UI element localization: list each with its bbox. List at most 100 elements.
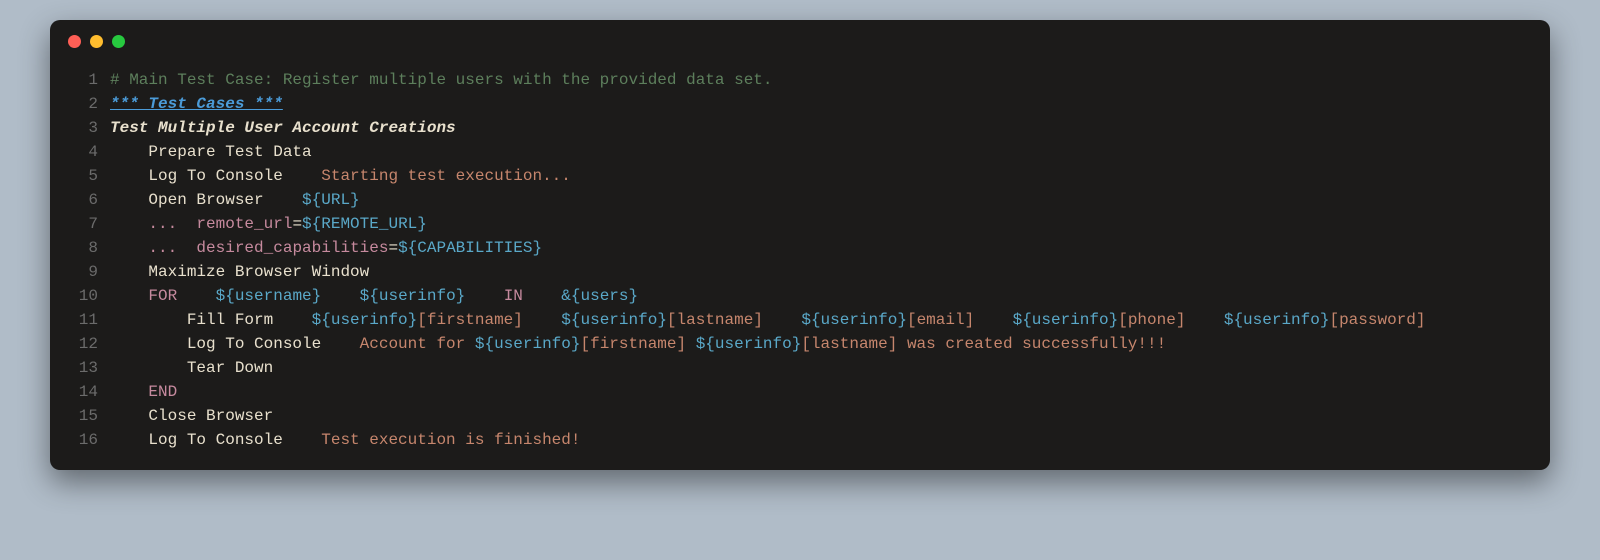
line-number: 4: [50, 140, 110, 164]
line-content: END: [110, 380, 1550, 404]
code-token: Test execution is finished!: [321, 431, 580, 449]
code-token: Close Browser: [110, 407, 273, 425]
line-number: 16: [50, 428, 110, 452]
code-token: ${userinfo}: [561, 311, 667, 329]
code-token: ...: [148, 239, 177, 257]
code-token: remote_url: [196, 215, 292, 233]
code-token: END: [148, 383, 177, 401]
line-number: 1: [50, 68, 110, 92]
code-line: 10 FOR ${username} ${userinfo} IN &{user…: [50, 284, 1550, 308]
code-token: =: [292, 215, 302, 233]
code-line: 9 Maximize Browser Window: [50, 260, 1550, 284]
line-content: Log To Console Starting test execution..…: [110, 164, 1550, 188]
code-area: 1# Main Test Case: Register multiple use…: [50, 62, 1550, 452]
code-line: 7 ... remote_url=${REMOTE_URL}: [50, 212, 1550, 236]
titlebar: [50, 20, 1550, 62]
code-token: Fill Form: [110, 311, 312, 329]
code-token: [177, 215, 196, 233]
code-token: Maximize Browser Window: [110, 263, 369, 281]
code-token: [password]: [1329, 311, 1425, 329]
line-content: Maximize Browser Window: [110, 260, 1550, 284]
line-content: Log To Console Test execution is finishe…: [110, 428, 1550, 452]
line-content: Log To Console Account for ${userinfo}[f…: [110, 332, 1550, 356]
code-token: ${userinfo}: [1013, 311, 1119, 329]
line-content: FOR ${username} ${userinfo} IN &{users}: [110, 284, 1550, 308]
code-token: *** Test Cases ***: [110, 95, 283, 113]
close-icon[interactable]: [68, 35, 81, 48]
code-token: [phone]: [1118, 311, 1185, 329]
code-token: [177, 287, 215, 305]
code-token: [firstname]: [417, 311, 523, 329]
code-token: ${userinfo}: [360, 287, 466, 305]
line-number: 11: [50, 308, 110, 332]
code-token: [177, 239, 196, 257]
line-content: Test Multiple User Account Creations: [110, 116, 1550, 140]
code-token: IN: [504, 287, 523, 305]
code-line: 14 END: [50, 380, 1550, 404]
code-token: &{users}: [561, 287, 638, 305]
code-token: [465, 287, 503, 305]
line-content: ... desired_capabilities=${CAPABILITIES}: [110, 236, 1550, 260]
code-window: 1# Main Test Case: Register multiple use…: [50, 20, 1550, 470]
minimize-icon[interactable]: [90, 35, 103, 48]
code-token: =: [388, 239, 398, 257]
code-token: desired_capabilities: [196, 239, 388, 257]
code-token: [110, 239, 148, 257]
code-token: [1185, 311, 1223, 329]
code-token: Test Multiple User Account Creations: [110, 119, 456, 137]
code-token: [974, 311, 1012, 329]
code-line: 6 Open Browser ${URL}: [50, 188, 1550, 212]
code-token: [110, 383, 148, 401]
line-content: Fill Form ${userinfo}[firstname] ${useri…: [110, 308, 1550, 332]
code-token: ${URL}: [302, 191, 360, 209]
line-number: 2: [50, 92, 110, 116]
code-token: ${userinfo}: [475, 335, 581, 353]
code-token: ${userinfo}: [801, 311, 907, 329]
line-content: Tear Down: [110, 356, 1550, 380]
code-token: [110, 215, 148, 233]
line-content: # Main Test Case: Register multiple user…: [110, 68, 1550, 92]
line-number: 8: [50, 236, 110, 260]
code-token: Log To Console: [110, 335, 360, 353]
code-token: Tear Down: [110, 359, 273, 377]
code-line: 13 Tear Down: [50, 356, 1550, 380]
line-content: *** Test Cases ***: [110, 92, 1550, 116]
code-token: ${userinfo}: [312, 311, 418, 329]
code-line: 16 Log To Console Test execution is fini…: [50, 428, 1550, 452]
code-token: Log To Console: [110, 167, 321, 185]
code-token: Log To Console: [110, 431, 321, 449]
line-number: 13: [50, 356, 110, 380]
line-number: 7: [50, 212, 110, 236]
code-token: FOR: [148, 287, 177, 305]
code-token: [523, 287, 561, 305]
code-token: ${REMOTE_URL}: [302, 215, 427, 233]
line-number: 5: [50, 164, 110, 188]
line-number: 14: [50, 380, 110, 404]
code-line: 15 Close Browser: [50, 404, 1550, 428]
code-token: [firstname]: [580, 335, 695, 353]
code-line: 11 Fill Form ${userinfo}[firstname] ${us…: [50, 308, 1550, 332]
code-token: [321, 287, 359, 305]
line-number: 3: [50, 116, 110, 140]
line-content: Open Browser ${URL}: [110, 188, 1550, 212]
code-token: ...: [148, 215, 177, 233]
line-number: 6: [50, 188, 110, 212]
code-token: Account for: [360, 335, 475, 353]
code-token: Prepare Test Data: [110, 143, 312, 161]
code-line: 1# Main Test Case: Register multiple use…: [50, 68, 1550, 92]
code-token: ${CAPABILITIES}: [398, 239, 542, 257]
line-content: Prepare Test Data: [110, 140, 1550, 164]
line-content: ... remote_url=${REMOTE_URL}: [110, 212, 1550, 236]
code-token: [763, 311, 801, 329]
code-line: 12 Log To Console Account for ${userinfo…: [50, 332, 1550, 356]
code-token: # Main Test Case: Register multiple user…: [110, 71, 773, 89]
line-number: 12: [50, 332, 110, 356]
maximize-icon[interactable]: [112, 35, 125, 48]
code-token: Open Browser: [110, 191, 302, 209]
code-token: ${userinfo}: [696, 335, 802, 353]
code-token: [email]: [907, 311, 974, 329]
code-token: ${userinfo}: [1224, 311, 1330, 329]
code-line: 3Test Multiple User Account Creations: [50, 116, 1550, 140]
code-token: [lastname]: [667, 311, 763, 329]
code-token: Starting test execution...: [321, 167, 571, 185]
